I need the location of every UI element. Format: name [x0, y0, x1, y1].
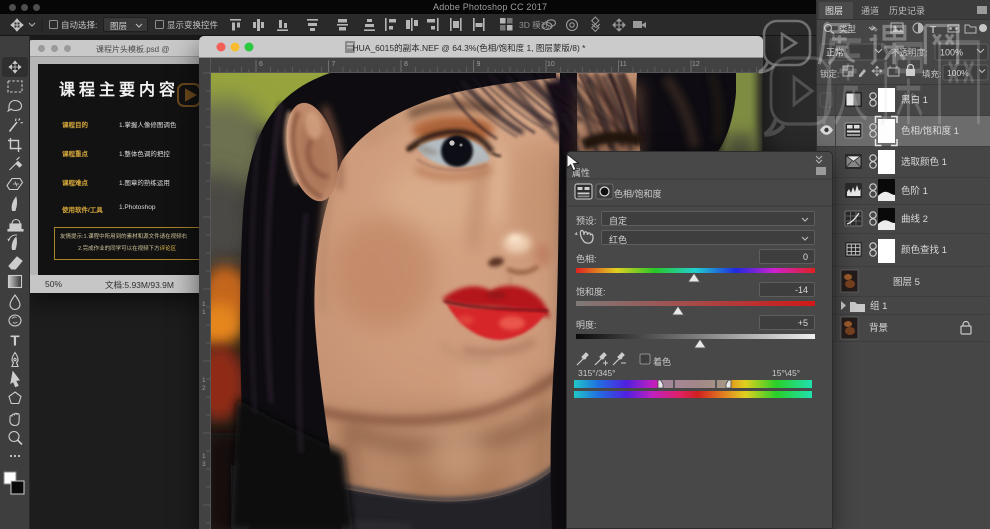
svg-text:背景: 背景 [869, 322, 888, 334]
svg-text:颜色查找 1: 颜色查找 1 [901, 244, 947, 256]
svg-text:1: 1 [202, 309, 206, 316]
svg-text:1: 1 [202, 301, 206, 308]
svg-text:选取颜色 1: 选取颜色 1 [901, 156, 947, 168]
svg-text:10: 10 [547, 61, 555, 68]
svg-text:1: 1 [202, 453, 206, 460]
svg-text:色相/饱和度 1: 色相/饱和度 1 [901, 125, 959, 137]
svg-text:12: 12 [692, 61, 700, 68]
svg-text:色阶 1: 色阶 1 [901, 185, 928, 197]
svg-text:不透明度:: 不透明度: [891, 48, 927, 58]
svg-text:100%: 100% [940, 48, 963, 58]
svg-text:9: 9 [477, 61, 481, 68]
svg-text:黑白 1: 黑白 1 [901, 94, 928, 106]
svg-text:6: 6 [259, 61, 263, 68]
svg-text:3: 3 [202, 461, 206, 468]
svg-text:组 1: 组 1 [870, 300, 887, 312]
svg-text:11: 11 [620, 61, 627, 68]
svg-text:正常: 正常 [826, 47, 844, 58]
svg-text:图层 5: 图层 5 [893, 277, 920, 288]
svg-text:填充:: 填充: [922, 69, 941, 79]
svg-text:曲线 2: 曲线 2 [901, 213, 928, 225]
svg-text:2: 2 [202, 385, 206, 392]
svg-text:锁定:: 锁定: [820, 69, 839, 79]
svg-text:T: T [10, 333, 19, 350]
svg-text:8: 8 [404, 61, 408, 68]
svg-text:3D 模式:: 3D 模式: [519, 20, 552, 30]
svg-text:100%: 100% [947, 68, 969, 78]
svg-text:7: 7 [332, 61, 336, 68]
svg-text:1: 1 [202, 377, 206, 384]
